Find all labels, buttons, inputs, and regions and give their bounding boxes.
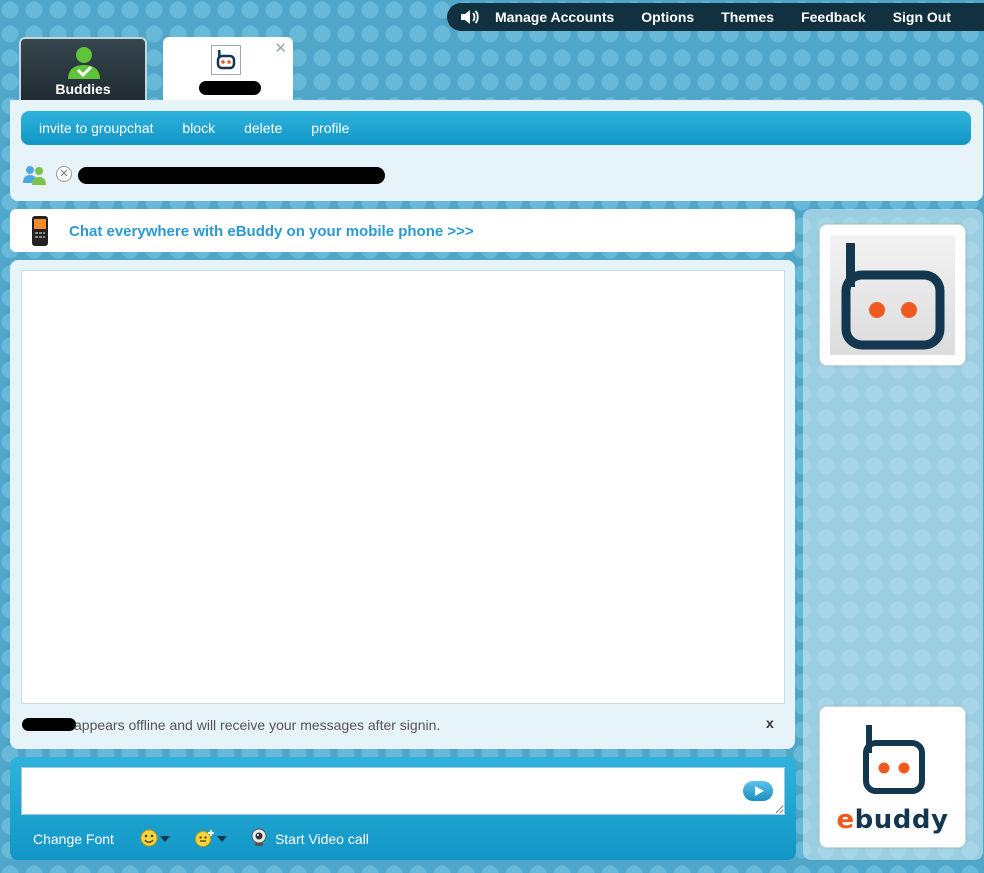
speaker-icon[interactable]: [457, 7, 483, 27]
change-font-button[interactable]: Change Font: [33, 831, 114, 847]
smiley-plus-icon: [194, 829, 216, 850]
options-link[interactable]: Options: [641, 9, 694, 25]
ebuddy-brand-logo-icon: ebuddy: [826, 713, 959, 841]
chevron-down-icon: [216, 836, 227, 842]
action-bar: invite to groupchat block delete profile: [21, 111, 971, 145]
chat-area: appears offline and will receive your me…: [10, 260, 795, 749]
dismiss-notice-button[interactable]: x: [766, 715, 774, 731]
ebuddy-avatar-icon: [211, 45, 241, 75]
close-icon[interactable]: ✕: [274, 39, 287, 57]
ebuddy-wordmark: ebuddy: [836, 805, 949, 835]
block-button[interactable]: block: [182, 120, 215, 136]
delete-button[interactable]: delete: [244, 120, 282, 136]
msn-contact-icon: [22, 163, 48, 192]
offline-status-icon: ✕: [56, 166, 72, 182]
composer-toolbar: Change Font Start Video call: [10, 827, 369, 851]
mobile-phone-icon: [30, 215, 50, 252]
mobile-promo-banner: Chat everywhere with eBuddy on your mobi…: [10, 209, 795, 252]
webcam-icon: [249, 828, 269, 851]
tab-chat-contact[interactable]: ✕: [163, 37, 293, 101]
mobile-promo-link[interactable]: Chat everywhere with eBuddy on your mobi…: [69, 223, 474, 240]
manage-accounts-link[interactable]: Manage Accounts: [495, 9, 614, 25]
offline-notice: appears offline and will receive your me…: [74, 717, 441, 733]
tab-buddies[interactable]: Buddies: [19, 37, 147, 101]
emoticon-picker-button[interactable]: [140, 829, 170, 850]
chevron-down-icon: [159, 836, 170, 842]
offline-contact-redacted: [22, 718, 76, 731]
chat-header-panel: invite to groupchat block delete profile…: [10, 100, 983, 201]
contact-email-redacted: [78, 167, 385, 184]
tab-buddies-label: Buddies: [55, 81, 111, 97]
chat-log[interactable]: [21, 270, 785, 704]
themes-link[interactable]: Themes: [721, 9, 774, 25]
contact-name-redacted: [199, 81, 261, 95]
profile-button[interactable]: profile: [311, 120, 349, 136]
ebuddy-brand-card: ebuddy: [819, 706, 966, 848]
sidebar: ebuddy: [803, 209, 983, 860]
invite-to-groupchat-button[interactable]: invite to groupchat: [39, 120, 153, 136]
feedback-link[interactable]: Feedback: [801, 9, 866, 25]
message-input[interactable]: [21, 767, 785, 815]
ebuddy-logo-icon: [830, 235, 955, 355]
smiley-icon: [140, 829, 158, 850]
buddy-person-icon: [65, 45, 103, 86]
top-nav: Manage Accounts Options Themes Feedback …: [447, 3, 984, 31]
composer: Change Font Start Video call: [10, 757, 796, 860]
video-call-button[interactable]: Start Video call: [249, 828, 369, 851]
sign-out-link[interactable]: Sign Out: [893, 9, 951, 25]
send-button[interactable]: [743, 781, 773, 801]
contact-avatar-card: [819, 224, 966, 366]
custom-emoticon-button[interactable]: [194, 829, 227, 850]
video-call-label: Start Video call: [274, 831, 369, 847]
